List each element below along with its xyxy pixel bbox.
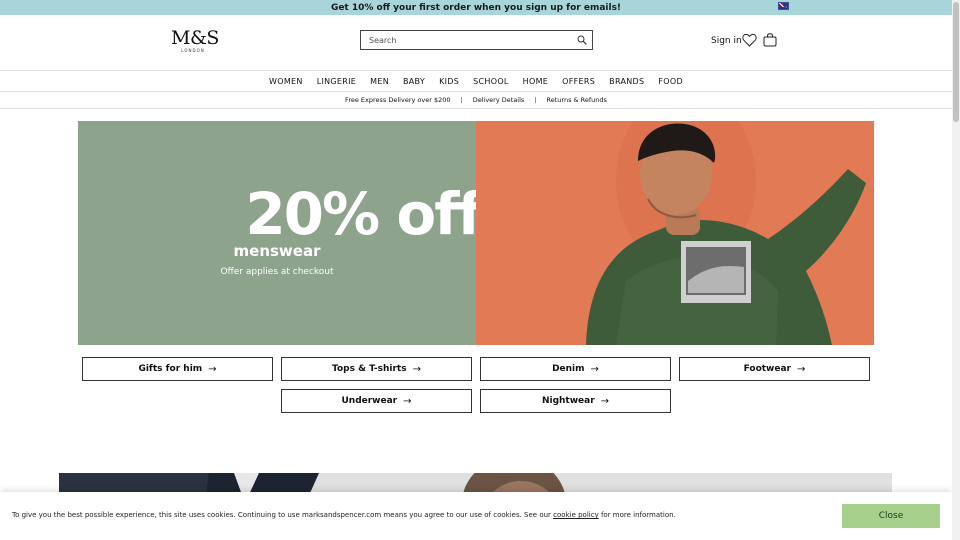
category-nightwear[interactable]: Nightwear → (480, 389, 671, 413)
site-header: M&S LONDON Search Sign in (0, 15, 952, 71)
logo-mark: M&S (171, 27, 219, 49)
nav-item-women[interactable]: WOMEN (262, 77, 310, 86)
brand-logo[interactable]: M&S LONDON (171, 27, 219, 54)
page-scrollbar[interactable] (952, 0, 960, 540)
category-label: Tops & T-shirts (332, 364, 407, 374)
arrow-right-icon: → (403, 395, 412, 407)
category-label: Denim (552, 364, 585, 374)
cookie-banner: To give you the best possible experience… (0, 492, 952, 540)
nav-item-offers[interactable]: OFFERS (555, 77, 602, 86)
promo-text[interactable]: Get 10% off your first order when you si… (331, 3, 621, 13)
arrow-right-icon: → (600, 395, 610, 407)
category-label: Underwear (341, 396, 398, 406)
category-footwear[interactable]: Footwear → (679, 357, 870, 381)
divider: | (460, 96, 463, 104)
returns-link[interactable]: Returns & Refunds (547, 96, 607, 104)
nav-item-lingerie[interactable]: LINGERIE (310, 77, 363, 86)
service-bar: Free Express Delivery over $200 | Delive… (0, 92, 952, 109)
category-label: Nightwear (541, 396, 595, 406)
category-underwear[interactable]: Underwear → (281, 389, 472, 413)
free-delivery-link[interactable]: Free Express Delivery over $200 (345, 96, 450, 104)
hero-subheadline: menswear (233, 242, 321, 260)
model-photo (476, 121, 874, 345)
promo-bar[interactable]: Get 10% off your first order when you si… (0, 0, 952, 15)
country-flag-icon[interactable] (778, 2, 789, 10)
category-tops-t-shirts[interactable]: Tops & T-shirts → (281, 357, 472, 381)
nav-item-food[interactable]: FOOD (651, 77, 690, 86)
nav-item-men[interactable]: MEN (363, 77, 396, 86)
category-denim[interactable]: Denim → (480, 357, 671, 381)
hero-note: Offer applies at checkout (220, 267, 334, 277)
nav-item-brands[interactable]: BRANDS (602, 77, 651, 86)
nav-item-baby[interactable]: BABY (396, 77, 432, 86)
bag-icon[interactable] (763, 33, 777, 47)
hero-banner[interactable]: 20% off menswear Offer applies at checko… (78, 121, 874, 345)
nav-item-school[interactable]: SCHOOL (466, 77, 516, 86)
category-label: Gifts for him (138, 364, 203, 374)
search-icon[interactable] (577, 35, 587, 45)
arrow-right-icon: → (412, 363, 421, 375)
category-gifts-for-him[interactable]: Gifts for him → (82, 357, 273, 381)
search-input[interactable]: Search (360, 30, 593, 50)
main-nav: WOMEN LINGERIE MEN BABY KIDS SCHOOL HOME… (0, 72, 952, 92)
cookie-message: To give you the best possible experience… (12, 511, 676, 519)
search-placeholder: Search (369, 35, 397, 45)
delivery-details-link[interactable]: Delivery Details (473, 96, 525, 104)
sign-in-link[interactable]: Sign in (711, 36, 742, 46)
nav-item-home[interactable]: HOME (516, 77, 555, 86)
page: Get 10% off your first order when you si… (0, 0, 952, 540)
arrow-right-icon: → (797, 363, 806, 375)
nav-item-kids[interactable]: KIDS (432, 77, 466, 86)
arrow-right-icon: → (590, 363, 599, 375)
hero-image[interactable] (476, 121, 874, 345)
category-label: Footwear (743, 364, 791, 374)
scrollbar-thumb[interactable] (953, 2, 959, 122)
arrow-right-icon: → (208, 363, 217, 375)
divider: | (534, 96, 537, 104)
cookie-policy-link[interactable]: cookie policy (553, 511, 599, 519)
cookie-text-after: for more information. (598, 511, 676, 519)
hero-text-panel[interactable]: 20% off menswear Offer applies at checko… (78, 121, 483, 345)
cookie-text-before: To give you the best possible experience… (12, 511, 554, 519)
cookie-close-button[interactable]: Close (842, 504, 940, 528)
heart-icon[interactable] (742, 33, 757, 47)
